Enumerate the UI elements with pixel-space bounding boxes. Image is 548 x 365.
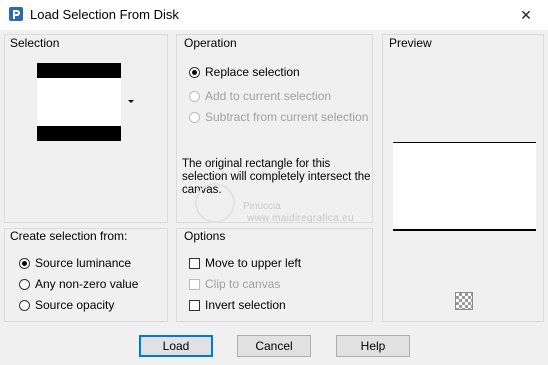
- close-icon: ✕: [520, 6, 532, 23]
- source-luminance-radio[interactable]: Source luminance: [19, 256, 131, 270]
- thumbnail-bottom-band: [37, 126, 121, 141]
- close-button[interactable]: ✕: [504, 0, 548, 30]
- radio-icon: [19, 278, 30, 290]
- preview-image: [393, 142, 536, 231]
- app-icon: [9, 7, 23, 21]
- selection-title: Selection: [10, 36, 60, 50]
- replace-selection-label: Replace selection: [205, 65, 300, 79]
- checkbox-icon: [189, 299, 200, 311]
- watermark-name: Pinuccia: [243, 201, 281, 212]
- window-title: Load Selection From Disk: [30, 7, 179, 22]
- radio-icon: [19, 257, 30, 269]
- create-from-title: Create selection from:: [10, 229, 128, 243]
- clip-to-canvas-label: Clip to canvas: [205, 277, 281, 291]
- radio-icon: [19, 299, 30, 311]
- source-opacity-radio[interactable]: Source opacity: [19, 298, 114, 312]
- subtract-from-selection-radio[interactable]: Subtract from current selection: [189, 110, 368, 124]
- replace-selection-radio[interactable]: Replace selection: [189, 65, 300, 79]
- any-non-zero-value-label: Any non-zero value: [35, 277, 139, 291]
- any-non-zero-value-radio[interactable]: Any non-zero value: [19, 277, 138, 291]
- options-title: Options: [184, 229, 226, 243]
- add-to-selection-radio[interactable]: Add to current selection: [189, 89, 331, 103]
- move-to-upper-left-label: Move to upper left: [205, 256, 302, 270]
- operation-title: Operation: [184, 36, 237, 50]
- source-luminance-label: Source luminance: [35, 256, 132, 270]
- watermark-url: www.maidiregrafica.eu: [247, 213, 354, 224]
- radio-icon: [189, 66, 200, 78]
- help-button[interactable]: Help: [336, 335, 410, 357]
- transparency-toggle-icon[interactable]: [455, 292, 473, 310]
- dropdown-arrow-icon[interactable]: [128, 100, 134, 103]
- radio-icon: [189, 90, 200, 102]
- selection-thumbnail[interactable]: [37, 63, 121, 141]
- invert-selection-label: Invert selection: [205, 298, 286, 312]
- watermark-logo-icon: [195, 183, 235, 223]
- title-bar: Load Selection From Disk ✕: [0, 0, 548, 30]
- subtract-from-selection-label: Subtract from current selection: [205, 110, 369, 124]
- load-button[interactable]: Load: [139, 335, 213, 357]
- add-to-selection-label: Add to current selection: [205, 89, 332, 103]
- source-opacity-label: Source opacity: [35, 298, 115, 312]
- checkbox-icon: [189, 278, 200, 290]
- thumbnail-top-band: [37, 63, 121, 78]
- checkbox-icon: [189, 257, 200, 269]
- clip-to-canvas-checkbox[interactable]: Clip to canvas: [189, 277, 280, 291]
- cancel-button[interactable]: Cancel: [237, 335, 311, 357]
- invert-selection-checkbox[interactable]: Invert selection: [189, 298, 286, 312]
- radio-icon: [189, 111, 200, 123]
- move-to-upper-left-checkbox[interactable]: Move to upper left: [189, 256, 301, 270]
- preview-title: Preview: [389, 36, 432, 50]
